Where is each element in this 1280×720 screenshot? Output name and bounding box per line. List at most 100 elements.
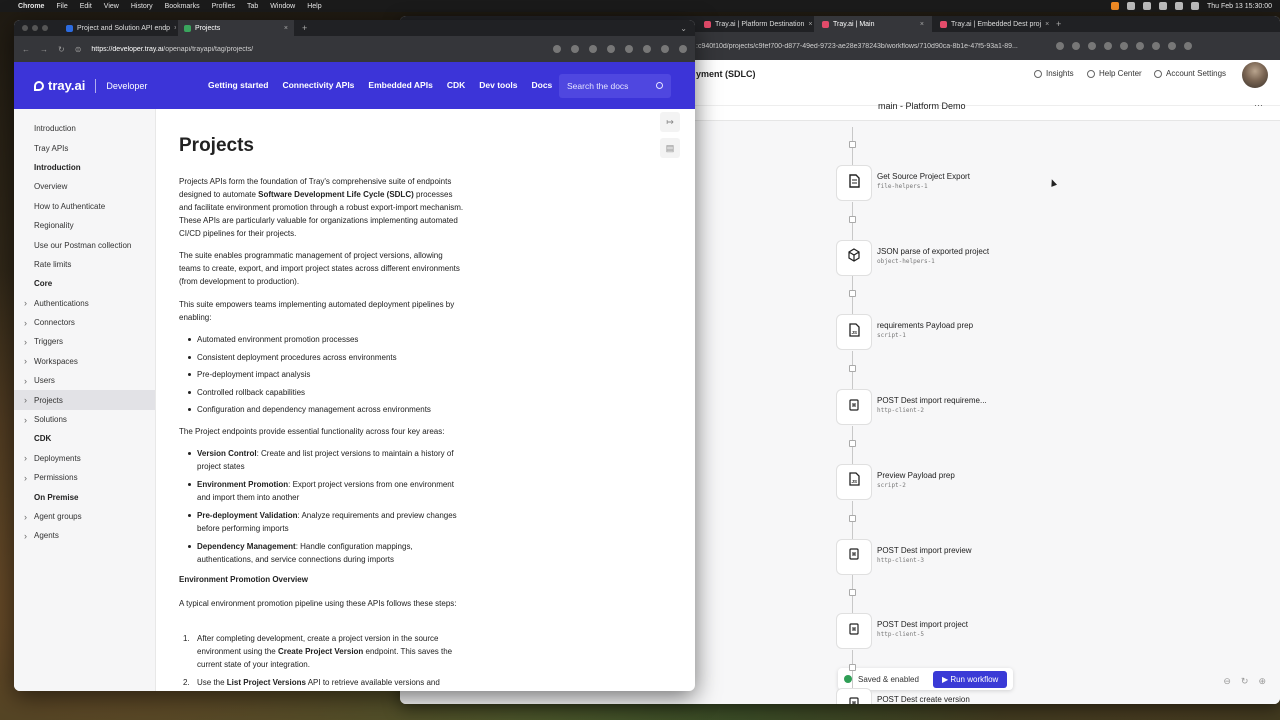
- extension-icon[interactable]: [625, 45, 633, 53]
- extension-icon[interactable]: [1136, 42, 1144, 50]
- add-step-icon[interactable]: [849, 290, 856, 298]
- bookmark-star-icon[interactable]: [1072, 42, 1080, 50]
- add-step-icon[interactable]: [849, 514, 856, 522]
- step-title[interactable]: Preview Payload prep: [877, 471, 955, 480]
- workflow-step-node[interactable]: JS: [836, 463, 872, 500]
- back-url[interactable]: :c940f10d/projects/c9fef700-d877-49ed-97…: [696, 43, 1048, 50]
- step-title[interactable]: Get Source Project Export: [877, 172, 970, 181]
- more-icon[interactable]: ⋯: [1254, 100, 1263, 111]
- sidebar-item-introduction[interactable]: Introduction: [14, 119, 155, 138]
- status-icon[interactable]: [1143, 2, 1151, 10]
- sidebar-item-projects[interactable]: Projects: [14, 390, 155, 410]
- bookmark-star-icon[interactable]: [571, 45, 579, 53]
- sidebar-item-agent-groups[interactable]: Agent groups: [14, 507, 155, 526]
- zoom-out-icon[interactable]: ⊖: [1223, 676, 1231, 687]
- add-step-icon[interactable]: [849, 589, 856, 597]
- add-step-icon[interactable]: [849, 439, 856, 447]
- sidebar-item-connectors[interactable]: Connectors: [14, 313, 155, 332]
- nav-getting-started[interactable]: Getting started: [208, 80, 268, 90]
- add-step-icon[interactable]: [849, 663, 856, 671]
- sidebar-item-authentications[interactable]: Authentications: [14, 294, 155, 313]
- menu-help[interactable]: Help: [307, 3, 321, 10]
- nav-connectivity-apis[interactable]: Connectivity APIs: [282, 80, 354, 90]
- workflow-step-node[interactable]: [836, 613, 872, 650]
- workflow-step-node[interactable]: [836, 538, 872, 575]
- extension-icon[interactable]: [1104, 42, 1112, 50]
- status-icon[interactable]: [1127, 2, 1135, 10]
- workflow-name[interactable]: main - Platform Demo: [878, 101, 966, 111]
- help-center-link[interactable]: Help Center: [1087, 69, 1142, 78]
- step-title[interactable]: POST Dest create version: [877, 695, 970, 704]
- reset-zoom-icon[interactable]: ↻: [1241, 676, 1249, 687]
- battery-icon[interactable]: [1191, 2, 1199, 10]
- workflow-step-node[interactable]: [836, 389, 872, 426]
- search-input[interactable]: Search the docs: [559, 74, 671, 98]
- step-title[interactable]: JSON parse of exported project: [877, 247, 989, 256]
- menu-history[interactable]: History: [131, 3, 153, 10]
- status-icon[interactable]: [1159, 2, 1167, 10]
- menu-view[interactable]: View: [104, 3, 119, 10]
- new-tab-icon[interactable]: +: [302, 23, 307, 33]
- workflow-step-node[interactable]: [836, 687, 872, 704]
- tab-project-solution-api[interactable]: Project and Solution API endp×: [60, 20, 176, 36]
- zoom-in-icon[interactable]: ⊕: [1258, 676, 1266, 687]
- download-icon[interactable]: [1168, 42, 1176, 50]
- sidebar-item-deployments[interactable]: Deployments: [14, 449, 155, 468]
- avatar[interactable]: [1242, 62, 1268, 88]
- add-step-icon[interactable]: [849, 365, 856, 373]
- close-icon[interactable]: ×: [1045, 21, 1049, 28]
- site-info-icon[interactable]: ⊜: [75, 45, 82, 54]
- add-step-icon[interactable]: [849, 141, 856, 148]
- menu-file[interactable]: File: [56, 3, 67, 10]
- sidebar-item-overview[interactable]: Overview: [14, 177, 155, 196]
- nav-embedded-apis[interactable]: Embedded APIs: [368, 80, 432, 90]
- workflow-step-node[interactable]: [836, 239, 872, 276]
- nav-docs[interactable]: Docs: [532, 80, 553, 90]
- sidebar-item-solutions[interactable]: Solutions: [14, 410, 155, 429]
- menu-profiles[interactable]: Profiles: [212, 3, 235, 10]
- extension-icon[interactable]: [607, 45, 615, 53]
- sidebar-item-regionality[interactable]: Regionality: [14, 216, 155, 235]
- tab-platform-destination[interactable]: Tray.ai | Platform Destination ×: [696, 16, 814, 32]
- sidebar-item-rate-limits[interactable]: Rate limits: [14, 255, 155, 274]
- wifi-icon[interactable]: [1175, 2, 1183, 10]
- collapse-panel-icon[interactable]: ↦: [660, 112, 680, 132]
- sidebar-item-agents[interactable]: Agents: [14, 526, 155, 545]
- forward-arrow-icon[interactable]: →: [40, 45, 48, 54]
- tab-search-icon[interactable]: ⌄: [680, 24, 687, 33]
- account-settings-link[interactable]: Account Settings: [1154, 69, 1226, 78]
- document-panel-icon[interactable]: ▤: [660, 138, 680, 158]
- close-icon[interactable]: ×: [920, 21, 924, 28]
- sidebar-item-cdk[interactable]: CDK: [14, 429, 155, 448]
- step-title[interactable]: requirements Payload prep: [877, 321, 973, 330]
- tab-projects[interactable]: Projects ×: [178, 20, 294, 36]
- download-icon[interactable]: [661, 45, 669, 53]
- step-title[interactable]: POST Dest import project: [877, 620, 968, 629]
- extension-icon[interactable]: [643, 45, 651, 53]
- reload-icon[interactable]: ↻: [58, 45, 65, 54]
- nav-cdk[interactable]: CDK: [447, 80, 465, 90]
- sidebar-item-workspaces[interactable]: Workspaces: [14, 352, 155, 371]
- step-title[interactable]: POST Dest import requireme...: [877, 396, 987, 405]
- add-step-icon[interactable]: [849, 215, 856, 223]
- sidebar-item-core[interactable]: Core: [14, 274, 155, 293]
- tray-logo[interactable]: tray.ai Developer: [34, 78, 147, 93]
- sidebar-item-permissions[interactable]: Permissions: [14, 468, 155, 487]
- front-url[interactable]: https://developer.tray.ai/openapi/trayap…: [91, 46, 421, 53]
- close-window-icon[interactable]: [22, 25, 28, 31]
- insights-link[interactable]: Insights: [1034, 69, 1074, 78]
- tab-embedded-dest[interactable]: Tray.ai | Embedded Dest proj ×: [932, 16, 1050, 32]
- sidebar-item-on-premise[interactable]: On Premise: [14, 487, 155, 506]
- zoom-icon[interactable]: [1056, 42, 1064, 50]
- menu-bookmarks[interactable]: Bookmarks: [165, 3, 200, 10]
- close-icon[interactable]: ×: [284, 25, 288, 32]
- extension-icon[interactable]: [1120, 42, 1128, 50]
- run-workflow-button[interactable]: ▶ Run workflow: [932, 670, 1008, 688]
- menu-window[interactable]: Window: [270, 3, 295, 10]
- sidebar-item-use-our-postman-collection[interactable]: Use our Postman collection: [14, 235, 155, 254]
- sidebar-item-users[interactable]: Users: [14, 371, 155, 390]
- menu-chrome[interactable]: Chrome: [18, 3, 44, 10]
- step-title[interactable]: POST Dest import preview: [877, 546, 972, 555]
- fullscreen-window-icon[interactable]: [42, 25, 48, 31]
- extension-icon[interactable]: [1088, 42, 1096, 50]
